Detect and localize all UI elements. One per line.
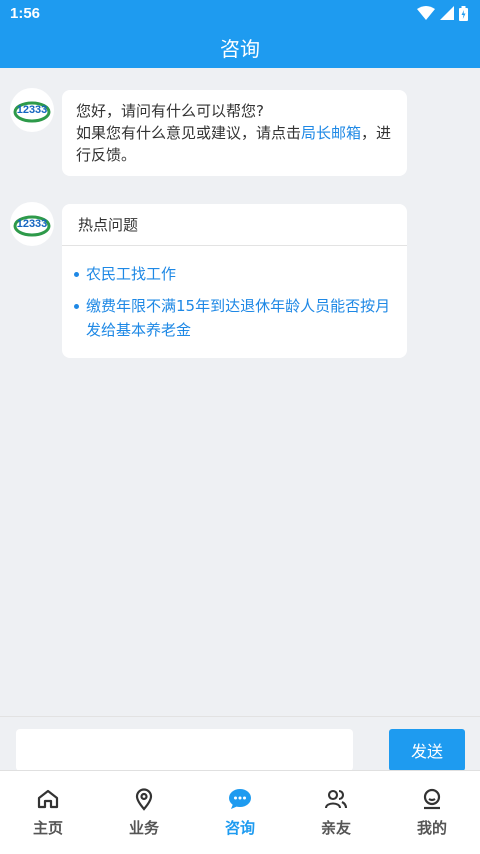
greeting-bubble: 您好，请问有什么可以帮您? 如果您有什么意见或建议，请点击局长邮箱，进 行反馈。: [62, 90, 407, 176]
wifi-icon: [417, 6, 435, 20]
hot-questions-bubble: 热点问题 农民工找工作 缴费年限不满15年到达退休年龄人员能否按月 发给基本养老…: [62, 204, 407, 358]
location-icon: [135, 788, 153, 811]
page-title: 咨询: [0, 26, 480, 68]
input-bar: 发送: [0, 716, 480, 771]
hot-questions-title: 热点问题: [62, 204, 407, 246]
status-time: 1:56: [10, 4, 41, 22]
tab-mine[interactable]: 我的: [384, 771, 480, 854]
message-input[interactable]: [16, 729, 353, 771]
tab-family[interactable]: 亲友: [288, 771, 384, 854]
chat-area[interactable]: 12333 您好，请问有什么可以帮您? 如果您有什么意见或建议，请点击局长邮箱，…: [0, 68, 480, 716]
hot-question-item[interactable]: 缴费年限不满15年到达退休年龄人员能否按月 发给基本养老金: [74, 294, 390, 342]
battery-icon: [459, 5, 468, 21]
tab-business[interactable]: 业务: [96, 771, 192, 854]
greeting-line2-suffix: ，进: [361, 124, 392, 142]
svg-text:12333: 12333: [17, 218, 48, 230]
greeting-line3: 行反馈。: [76, 146, 137, 164]
people-icon: [324, 789, 348, 809]
status-bar: 1:56: [0, 0, 480, 26]
tab-home[interactable]: 主页: [0, 771, 96, 854]
svg-text:12333: 12333: [17, 104, 48, 116]
signal-icon: [440, 6, 454, 20]
user-icon: [423, 788, 441, 810]
logo-12333-icon: 12333: [13, 215, 51, 237]
chat-icon: [229, 789, 251, 809]
bot-avatar: 12333: [10, 202, 54, 246]
home-icon: [37, 789, 59, 809]
greeting-line1: 您好，请问有什么可以帮您?: [76, 102, 264, 120]
hot-question-item[interactable]: 农民工找工作: [74, 262, 176, 286]
send-button[interactable]: 发送: [389, 729, 465, 771]
director-mailbox-link[interactable]: 局长邮箱: [301, 124, 361, 142]
bot-avatar: 12333: [10, 88, 54, 132]
logo-12333-icon: 12333: [13, 101, 51, 123]
tab-consult[interactable]: 咨询: [192, 771, 288, 854]
bottom-tab-bar: 主页 业务 咨询 亲友 我的: [0, 770, 480, 854]
greeting-line2-prefix: 如果您有什么意见或建议，请点击: [76, 124, 302, 142]
